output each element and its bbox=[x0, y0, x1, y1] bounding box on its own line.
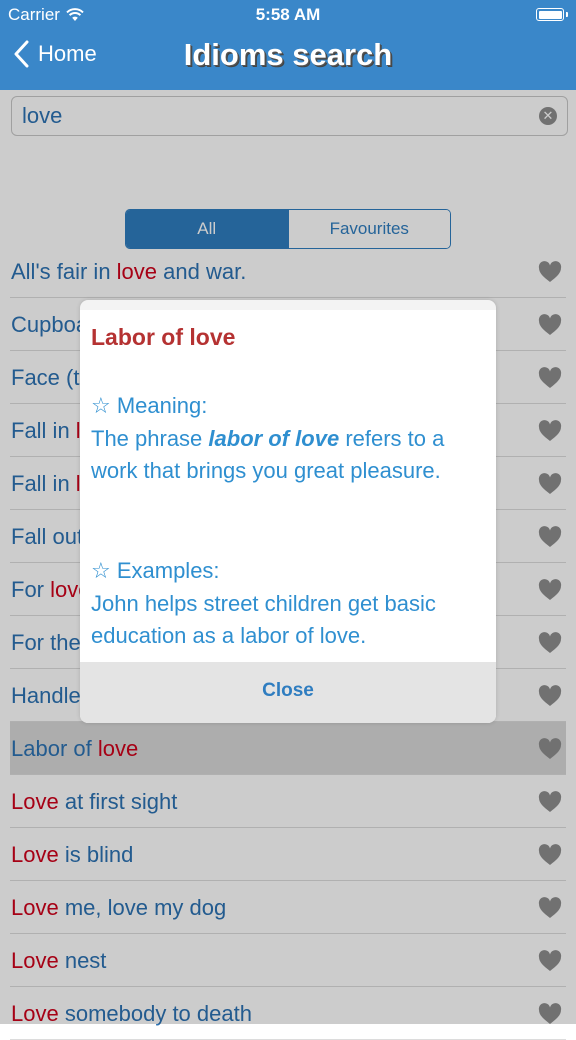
meaning-text-bold: labor of love bbox=[208, 426, 340, 451]
example-text: John helps street children get basic edu… bbox=[91, 591, 436, 648]
dialog-body: Labor of love ☆ Meaning: The phrase labo… bbox=[80, 310, 496, 662]
idiom-detail-dialog: Labor of love ☆ Meaning: The phrase labo… bbox=[80, 300, 496, 723]
battery-icon bbox=[536, 8, 568, 21]
meaning-header: ☆ Meaning: bbox=[91, 393, 208, 418]
page-title: Idioms search bbox=[183, 37, 393, 72]
meaning-text-pre: The phrase bbox=[91, 426, 209, 451]
examples-header: ☆ Examples: bbox=[91, 558, 220, 583]
status-bar: Carrier 5:58 AM bbox=[0, 0, 576, 30]
navigation-bar: Carrier 5:58 AM Home Idioms search bbox=[0, 0, 576, 90]
dialog-footer: Close bbox=[80, 662, 496, 723]
meaning-text: The phrase labor of love refers to a wor… bbox=[91, 423, 486, 487]
status-time: 5:58 AM bbox=[255, 5, 321, 24]
dialog-title: Labor of love bbox=[91, 324, 236, 350]
close-button[interactable]: Close bbox=[80, 680, 496, 702]
